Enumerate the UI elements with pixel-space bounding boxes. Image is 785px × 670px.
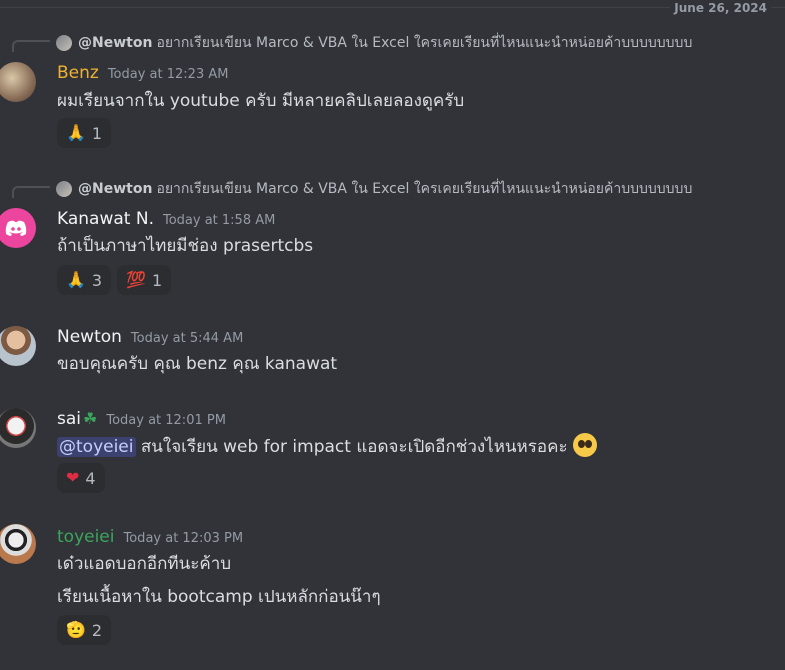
- message-header: Kanawat N. Today at 1:58 AM: [57, 209, 275, 229]
- message-header: Newton Today at 5:44 AM: [57, 327, 243, 347]
- reactions: 🙏 1: [57, 118, 112, 148]
- pleading-face-icon: [573, 433, 597, 457]
- reaction-button[interactable]: 🫡 2: [57, 615, 112, 645]
- folded-hands-icon: 🙏: [66, 270, 86, 289]
- message-kanawat: @Newton อยากเรียนเขียน Marco & VBA ใน Ex…: [0, 176, 785, 296]
- reaction-button[interactable]: 🙏 1: [57, 118, 112, 148]
- reaction-button[interactable]: 💯 1: [117, 265, 172, 295]
- reaction-count: 3: [91, 270, 103, 290]
- reaction-count: 4: [85, 468, 96, 488]
- message-text: เรียนเนื้อหาใน bootcamp เปนหลักก่อนน๊าๆ: [57, 587, 381, 607]
- hundred-points-icon: 💯: [126, 270, 147, 289]
- reactions: 🫡 2: [57, 615, 112, 645]
- message-sai: sai ☘ Today at 12:01 PM @toyeiei สนใจเรี…: [0, 400, 785, 500]
- message-text: สนใจเรียน web for impact แอดจะเปิดอีกช่ว…: [135, 437, 568, 457]
- four-leaf-clover-icon: ☘: [83, 409, 98, 428]
- saluting-face-icon: 🫡: [66, 620, 86, 639]
- message-content: @toyeiei สนใจเรียน web for impact แอดจะเ…: [57, 433, 597, 459]
- reaction-count: 1: [152, 270, 163, 290]
- message-content: เด๋วแอดบอกอีกทีนะค้าบ: [57, 552, 231, 576]
- reaction-button[interactable]: 🙏 3: [57, 265, 112, 295]
- date-divider-label: June 26, 2024: [670, 0, 771, 16]
- reactions: 🙏 3 💯 1: [57, 265, 172, 295]
- heart-icon: ❤: [66, 468, 80, 487]
- timestamp[interactable]: Today at 12:23 AM: [108, 67, 229, 82]
- message-text: ขอบคุณครับ คุณ benz คุณ kanawat: [57, 354, 338, 374]
- message-text: ถ้าเป็นภาษาไทยมีช่อง prasertcbs: [57, 236, 314, 256]
- folded-hands-icon: 🙏: [66, 123, 86, 142]
- timestamp[interactable]: Today at 1:58 AM: [163, 213, 275, 228]
- message-header: toyeiei Today at 12:03 PM: [57, 527, 243, 547]
- message-benz: @Newton อยากเรียนเขียน Marco & VBA ใน Ex…: [0, 30, 785, 150]
- username[interactable]: Newton: [57, 327, 122, 347]
- reaction-button[interactable]: ❤ 4: [57, 463, 105, 493]
- date-divider-line: [0, 7, 785, 8]
- date-divider: June 26, 2024: [0, 0, 785, 18]
- username[interactable]: Benz: [57, 63, 99, 83]
- message-header: sai ☘ Today at 12:01 PM: [57, 409, 226, 429]
- reply-reference[interactable]: @Newton อยากเรียนเขียน Marco & VBA ใน Ex…: [56, 33, 692, 53]
- avatar[interactable]: [0, 408, 36, 448]
- message-toyeiei: toyeiei Today at 12:03 PM เด๋วแอดบอกอีกท…: [0, 518, 785, 658]
- username[interactable]: Kanawat N.: [57, 209, 154, 229]
- reply-avatar: [56, 35, 72, 51]
- discord-logo-icon: [5, 220, 27, 236]
- message-newton: Newton Today at 5:44 AM ขอบคุณครับ คุณ b…: [0, 318, 785, 388]
- reply-reference[interactable]: @Newton อยากเรียนเขียน Marco & VBA ใน Ex…: [56, 179, 692, 199]
- timestamp[interactable]: Today at 5:44 AM: [131, 331, 243, 346]
- username[interactable]: toyeiei: [57, 527, 115, 547]
- reaction-count: 2: [91, 620, 103, 640]
- avatar[interactable]: [0, 208, 36, 248]
- message-header: Benz Today at 12:23 AM: [57, 63, 228, 83]
- avatar[interactable]: [0, 62, 36, 102]
- username[interactable]: sai: [57, 409, 81, 429]
- avatar[interactable]: [0, 326, 36, 366]
- reaction-count: 1: [91, 123, 103, 143]
- avatar[interactable]: [0, 524, 36, 564]
- message-text: เด๋วแอดบอกอีกทีนะค้าบ: [57, 554, 232, 574]
- timestamp[interactable]: Today at 12:03 PM: [124, 531, 244, 546]
- message-content: ถ้าเป็นภาษาไทยมีช่อง prasertcbs: [57, 234, 313, 258]
- reply-author[interactable]: @Newton: [78, 181, 152, 197]
- reply-avatar: [56, 181, 72, 197]
- reply-spine: [12, 186, 50, 198]
- message-content: ขอบคุณครับ คุณ benz คุณ kanawat: [57, 352, 337, 376]
- message-content: เรียนเนื้อหาใน bootcamp เปนหลักก่อนน๊าๆ: [57, 585, 381, 609]
- user-mention[interactable]: @toyeiei: [57, 437, 136, 457]
- reply-spine: [12, 40, 50, 52]
- reply-text[interactable]: อยากเรียนเขียน Marco & VBA ใน Excel ใครเ…: [156, 178, 692, 200]
- reactions: ❤ 4: [57, 463, 105, 493]
- reply-author[interactable]: @Newton: [78, 35, 152, 51]
- message-content: ผมเรียนจากใน youtube ครับ มีหลายคลิปเลยล…: [57, 89, 464, 113]
- timestamp[interactable]: Today at 12:01 PM: [106, 413, 226, 428]
- reply-text[interactable]: อยากเรียนเขียน Marco & VBA ใน Excel ใครเ…: [156, 32, 692, 54]
- message-text: ผมเรียนจากใน youtube ครับ มีหลายคลิปเลยล…: [57, 91, 465, 111]
